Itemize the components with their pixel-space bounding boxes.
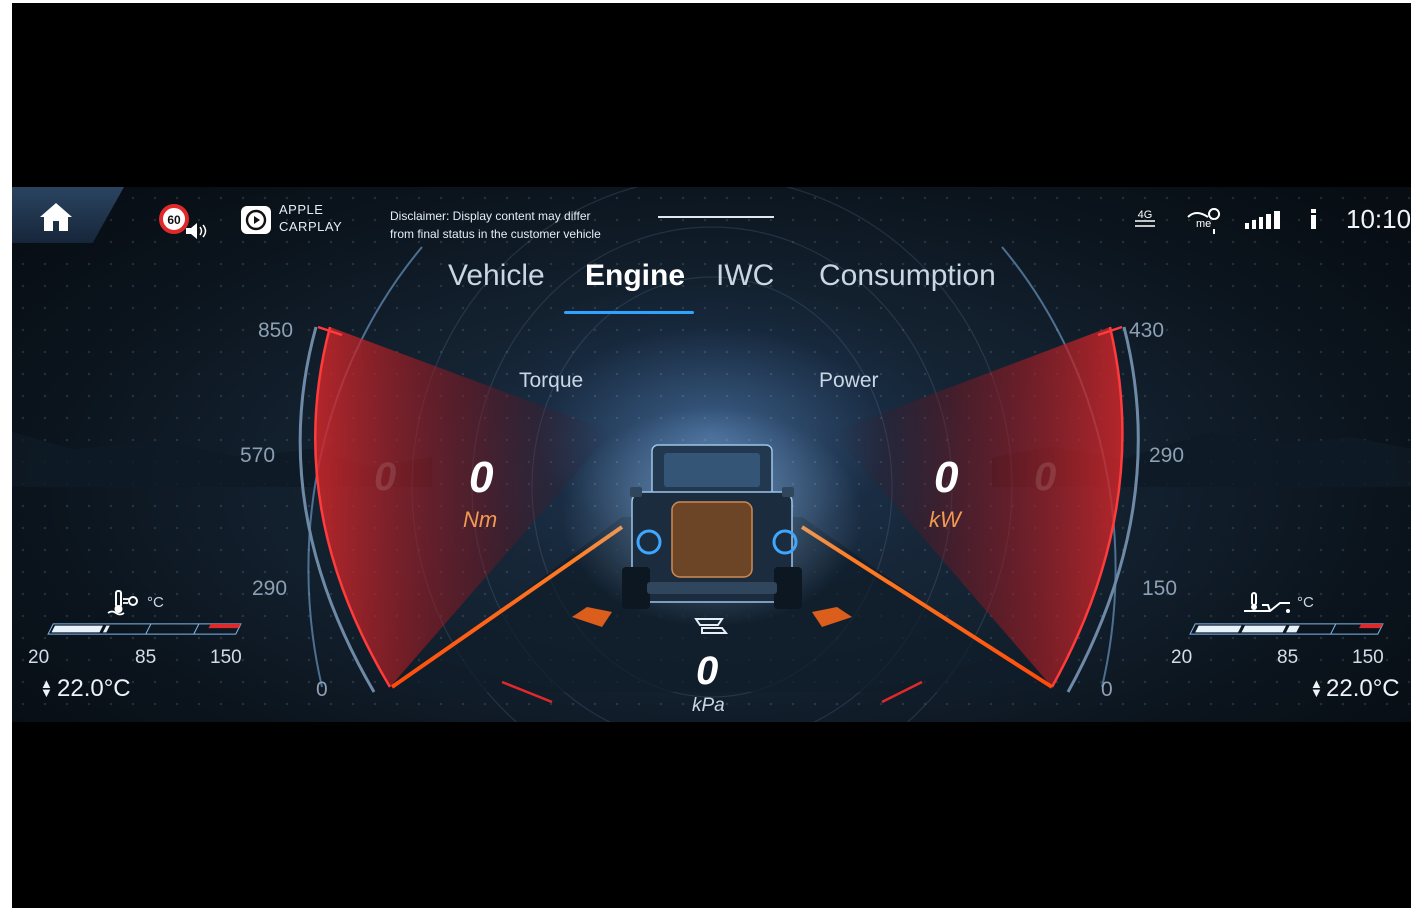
- info-icon[interactable]: [1308, 205, 1320, 235]
- network-label: 4G: [1138, 209, 1153, 221]
- carplay-label[interactable]: APPLE CARPLAY: [279, 201, 359, 235]
- coolant-temp-value: 22.0°C: [57, 675, 131, 702]
- power-label: Power: [819, 369, 879, 392]
- speed-limit-audio-icon[interactable]: 60: [158, 203, 212, 241]
- torque-scale-max: 850: [258, 319, 294, 342]
- boost-pressure-value: 0: [696, 649, 719, 693]
- disclaimer-line1: Disclaimer: Display content may differ: [390, 209, 591, 223]
- status-divider-line: [658, 216, 774, 218]
- gauge-graphics: [12, 187, 1411, 722]
- oil-scale-max: 150: [1352, 647, 1384, 668]
- power-scale-mid-low: 150: [1142, 577, 1178, 600]
- coolant-adjust-arrows[interactable]: ▲ ▼: [40, 677, 53, 699]
- power-scale-mid-high: 290: [1149, 444, 1185, 467]
- speed-limit-value: 60: [167, 213, 181, 227]
- oil-scale-mid: 85: [1277, 647, 1299, 668]
- oil-adjust-arrows[interactable]: ▲ ▼: [1310, 677, 1323, 699]
- mercedes-me-location-icon: me: [1187, 208, 1221, 234]
- torque-scale-min: 0: [316, 678, 328, 701]
- tab-engine[interactable]: Engine: [585, 259, 685, 293]
- oil-temp-value: 22.0°C: [1326, 675, 1400, 702]
- torque-scale-mid-low: 290: [252, 577, 288, 600]
- coolant-scale-mid: 85: [135, 647, 157, 668]
- svg-text:me: me: [1196, 218, 1211, 230]
- power-scale-max: 430: [1129, 319, 1165, 342]
- coolant-temperature-icon: [107, 590, 138, 616]
- tab-iwc[interactable]: IWC: [716, 259, 774, 293]
- tab-consumption[interactable]: Consumption: [819, 259, 996, 293]
- power-unit: kW: [929, 507, 961, 532]
- left-border: [0, 0, 12, 911]
- disclaimer-line2: from final status in the customer vehicl…: [390, 227, 601, 241]
- active-tab-indicator: [564, 311, 694, 314]
- home-icon: [40, 203, 72, 231]
- disclaimer-text: Disclaimer: Display content may differ f…: [390, 207, 650, 243]
- network-4g-icon: 4G: [1135, 209, 1155, 227]
- carplay-label-line2: CARPLAY: [279, 219, 343, 234]
- torque-scale-mid-high: 570: [240, 444, 276, 467]
- boost-pressure-unit: kPa: [692, 695, 725, 716]
- clock: 10:10: [1346, 204, 1411, 234]
- coolant-temp-bar: [47, 623, 242, 635]
- vehicle-graphic: [562, 407, 862, 627]
- oil-temp-unit: °C: [1297, 594, 1314, 611]
- oil-scale-min: 20: [1171, 647, 1193, 668]
- carplay-label-line1: APPLE: [279, 202, 324, 217]
- signal-strength-icon: [1245, 211, 1280, 229]
- coolant-scale-min: 20: [28, 647, 50, 668]
- torque-label: Torque: [519, 369, 584, 392]
- power-scale-min: 0: [1101, 678, 1113, 701]
- power-value: 0: [934, 453, 959, 502]
- torque-value: 0: [469, 453, 494, 502]
- coolant-temp-unit: °C: [147, 594, 164, 611]
- oil-temp-bar: [1189, 623, 1384, 635]
- coolant-scale-max: 150: [210, 647, 242, 668]
- top-border: [0, 0, 1411, 3]
- power-ghost-value: 0: [1034, 455, 1057, 499]
- oil-temperature-icon: [1244, 592, 1290, 613]
- carplay-icon[interactable]: [240, 205, 272, 235]
- torque-ghost-value: 0: [374, 455, 397, 499]
- tab-vehicle[interactable]: Vehicle: [448, 259, 545, 293]
- instrument-cluster-screen: 60 APPLE CARPLAY Disclaimer: Display con…: [12, 187, 1411, 722]
- torque-unit: Nm: [463, 507, 498, 532]
